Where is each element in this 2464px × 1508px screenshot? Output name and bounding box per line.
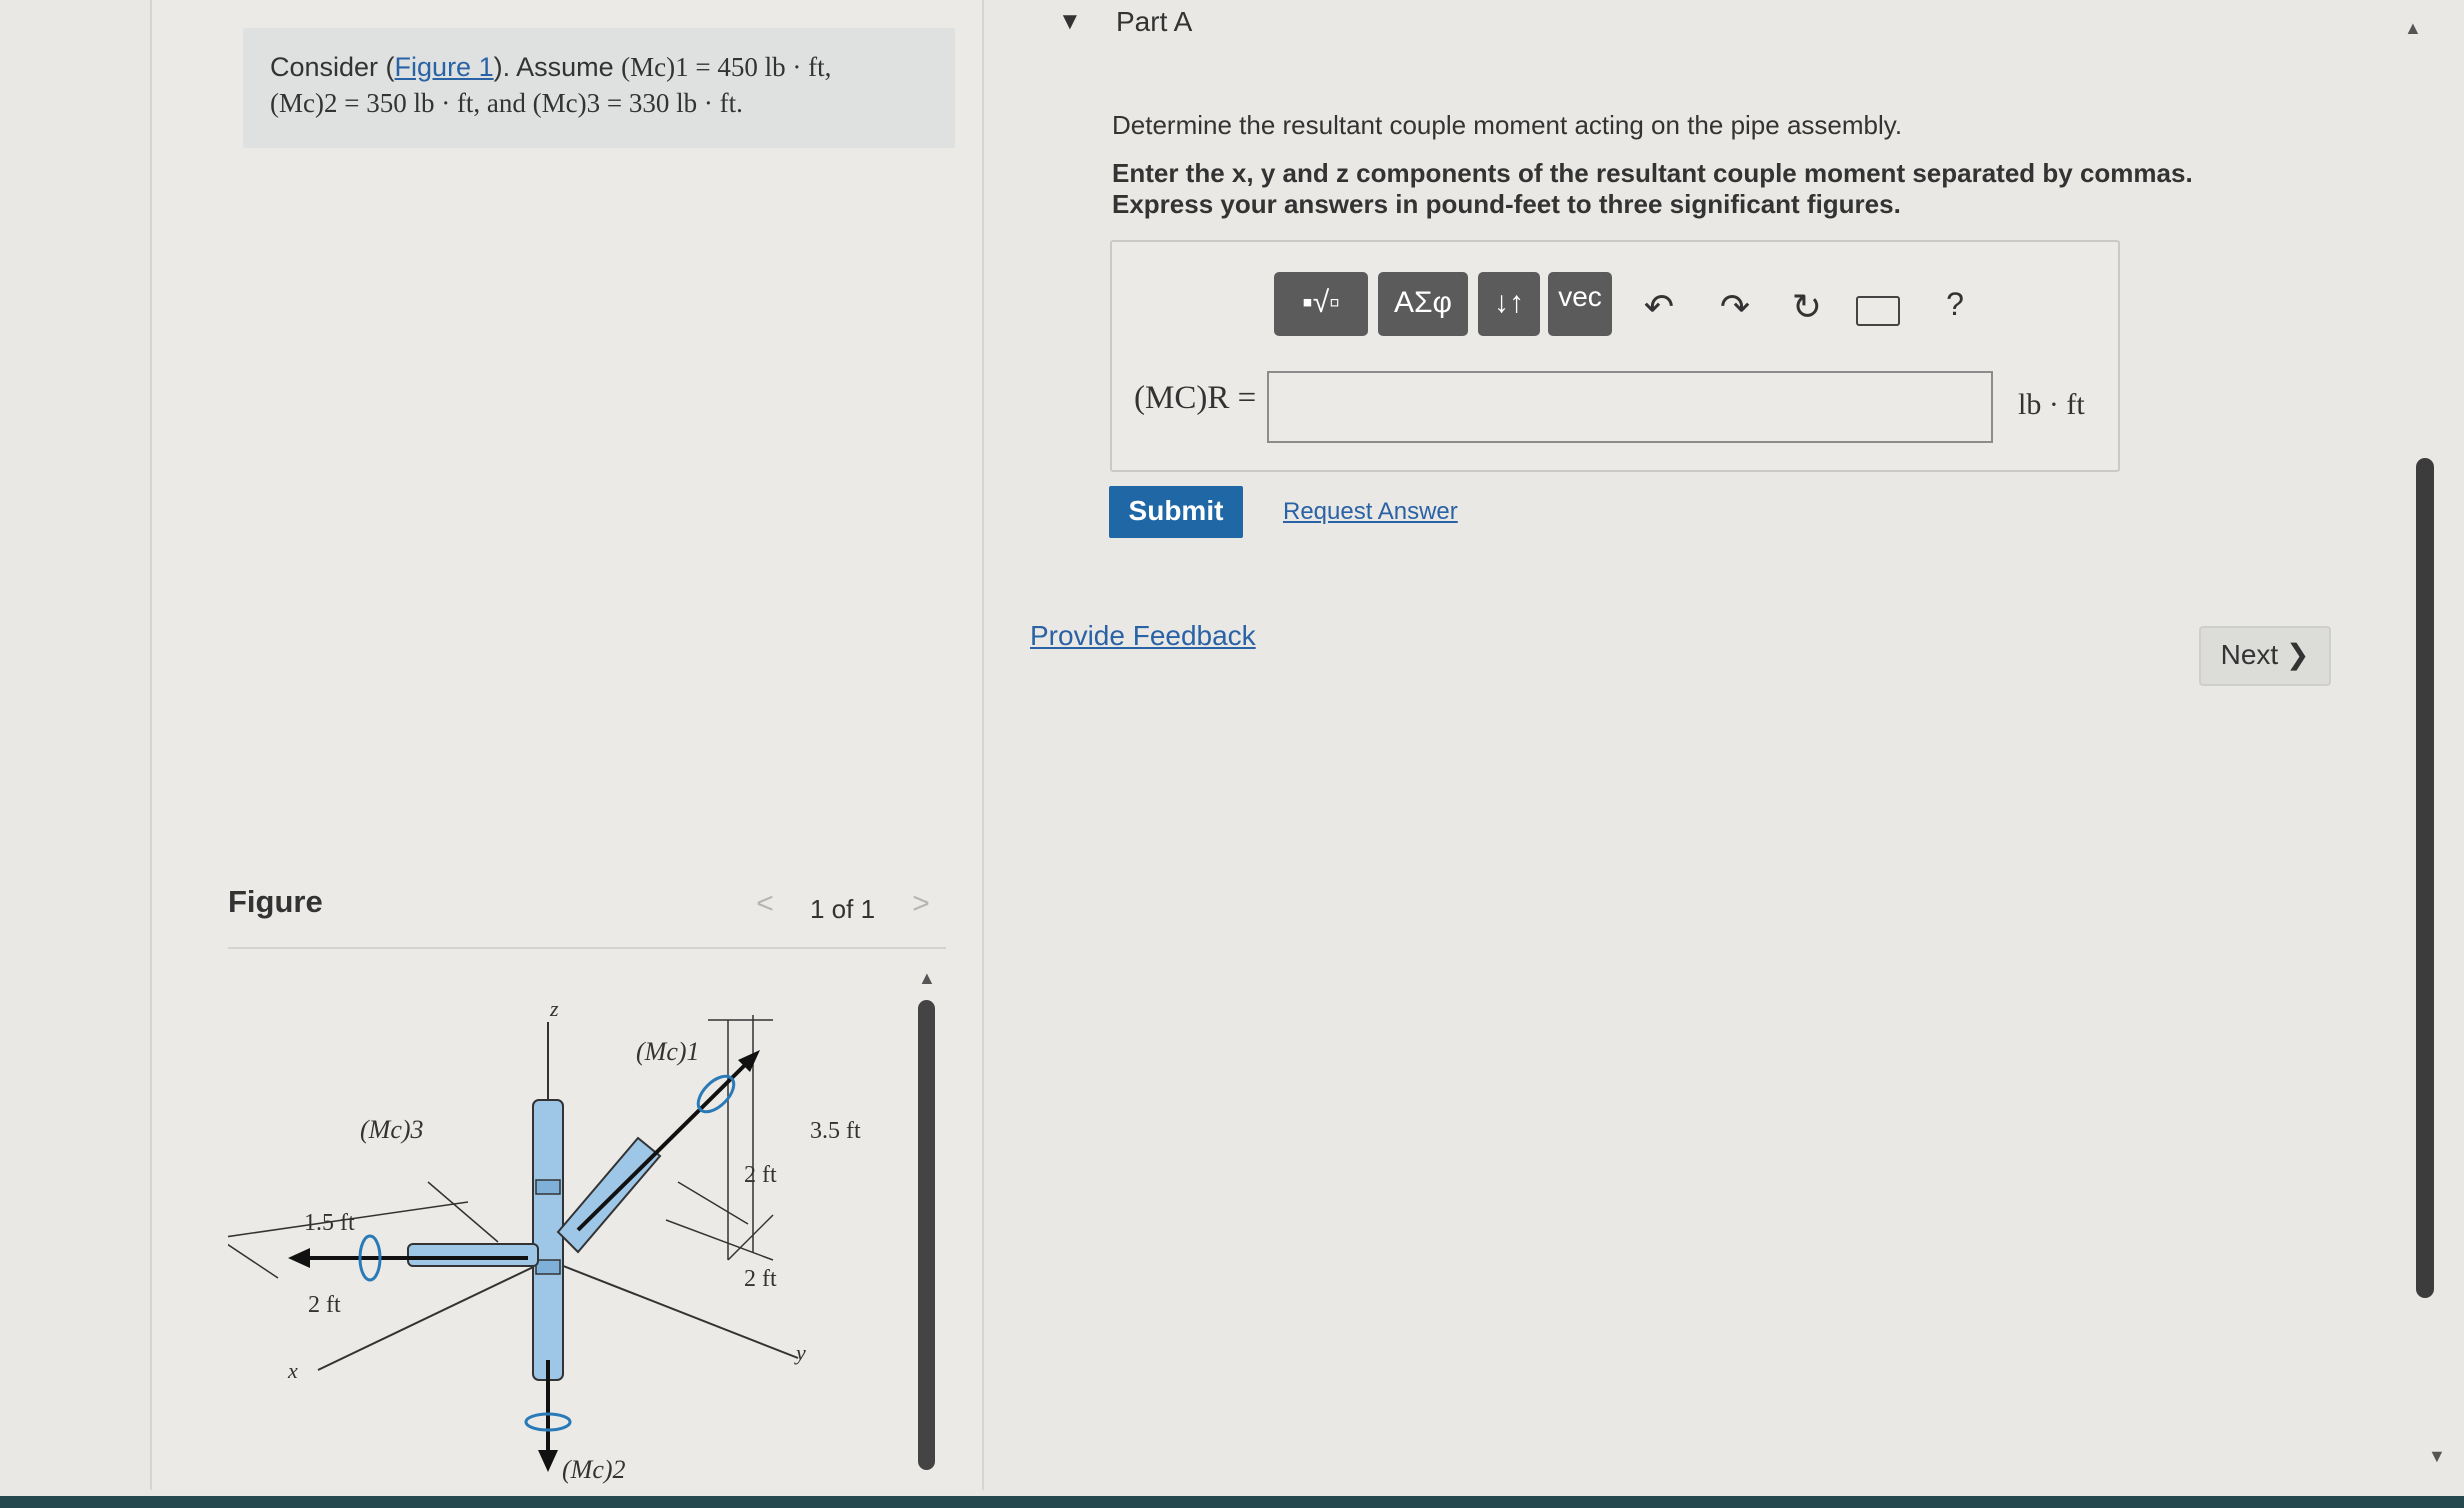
y-axis-label: y xyxy=(794,1340,806,1365)
moment-3-label: (Mc)3 xyxy=(360,1115,424,1144)
part-title[interactable]: Part A xyxy=(1116,6,1192,38)
help-icon[interactable]: ? xyxy=(1930,286,1980,323)
answer-label: (MC)R = xyxy=(1134,380,1257,416)
x-axis-label: x xyxy=(287,1358,298,1383)
figure-scroll-up-icon[interactable]: ▲ xyxy=(918,968,936,989)
problem-text: ). Assume xyxy=(493,52,622,82)
chevron-left-icon: < xyxy=(756,887,774,920)
greek-symbols-button[interactable]: ΑΣφ xyxy=(1378,272,1468,336)
bottom-strip xyxy=(0,1496,2464,1508)
z-axis-label: z xyxy=(549,996,559,1021)
problem-text: Consider ( xyxy=(270,52,395,82)
arrows-button[interactable]: ↓↑ xyxy=(1478,272,1540,336)
problem-statement-line2: (Mc)2 = 350 lb · ft, and (Mc)3 = 330 lb … xyxy=(270,88,743,118)
page-scroll-down-icon[interactable]: ▼ xyxy=(2428,1446,2446,1467)
problem-statement-line1: Consider (Figure 1). Assume (Mc)1 = 450 … xyxy=(270,52,831,83)
dimension-label: 2 ft xyxy=(744,1162,777,1188)
instructions-text: Enter the x, y and z components of the r… xyxy=(1112,158,2193,219)
figure-prev-button[interactable]: < xyxy=(742,887,788,927)
question-text: Determine the resultant couple moment ac… xyxy=(1112,110,1903,140)
vector-button[interactable]: vec xyxy=(1548,272,1612,336)
undo-icon[interactable]: ↶ xyxy=(1634,286,1684,328)
page-scrollbar[interactable] xyxy=(2416,458,2434,1298)
submit-button[interactable]: Submit xyxy=(1109,486,1243,538)
next-button[interactable]: Next ❯ xyxy=(2199,626,2331,686)
figure-next-button[interactable]: > xyxy=(898,887,944,927)
dimension-label: 2 ft xyxy=(308,1292,341,1318)
dimension-label: 3.5 ft xyxy=(810,1118,861,1144)
figure-heading: Figure xyxy=(228,884,323,919)
figure-divider xyxy=(228,947,946,949)
moment-2-label: (Mc)2 xyxy=(562,1455,626,1484)
answer-unit: lb · ft xyxy=(2018,388,2085,421)
moment-1-value: (Mc)1 = 450 lb · ft, xyxy=(621,52,832,82)
keyboard-icon[interactable] xyxy=(1856,296,1900,326)
figure-page-count: 1 of 1 xyxy=(810,894,876,924)
caret-down-icon[interactable]: ▼ xyxy=(1058,8,1082,36)
pipe-assembly-figure: z x y (Mc)1 (Mc)2 (Mc)3 1.5 ft 2 ft 2 ft… xyxy=(228,996,861,1484)
request-answer-link[interactable]: Request Answer xyxy=(1283,498,1458,526)
reset-icon[interactable]: ↻ xyxy=(1782,286,1832,328)
provide-feedback-link[interactable]: Provide Feedback xyxy=(1030,620,1256,652)
chevron-right-icon: > xyxy=(912,887,930,920)
figure-scrollbar[interactable] xyxy=(918,1000,935,1470)
moment-1-label: (Mc)1 xyxy=(636,1037,700,1066)
dimension-label: 2 ft xyxy=(744,1266,777,1292)
dimension-label: 1.5 ft xyxy=(304,1210,355,1236)
redo-icon[interactable]: ↷ xyxy=(1710,286,1760,328)
figure-link[interactable]: Figure 1 xyxy=(395,52,494,82)
templates-button[interactable]: ▪√▫ xyxy=(1274,272,1368,336)
answer-input[interactable] xyxy=(1267,371,1993,443)
page-scroll-up-icon[interactable]: ▲ xyxy=(2404,18,2422,39)
